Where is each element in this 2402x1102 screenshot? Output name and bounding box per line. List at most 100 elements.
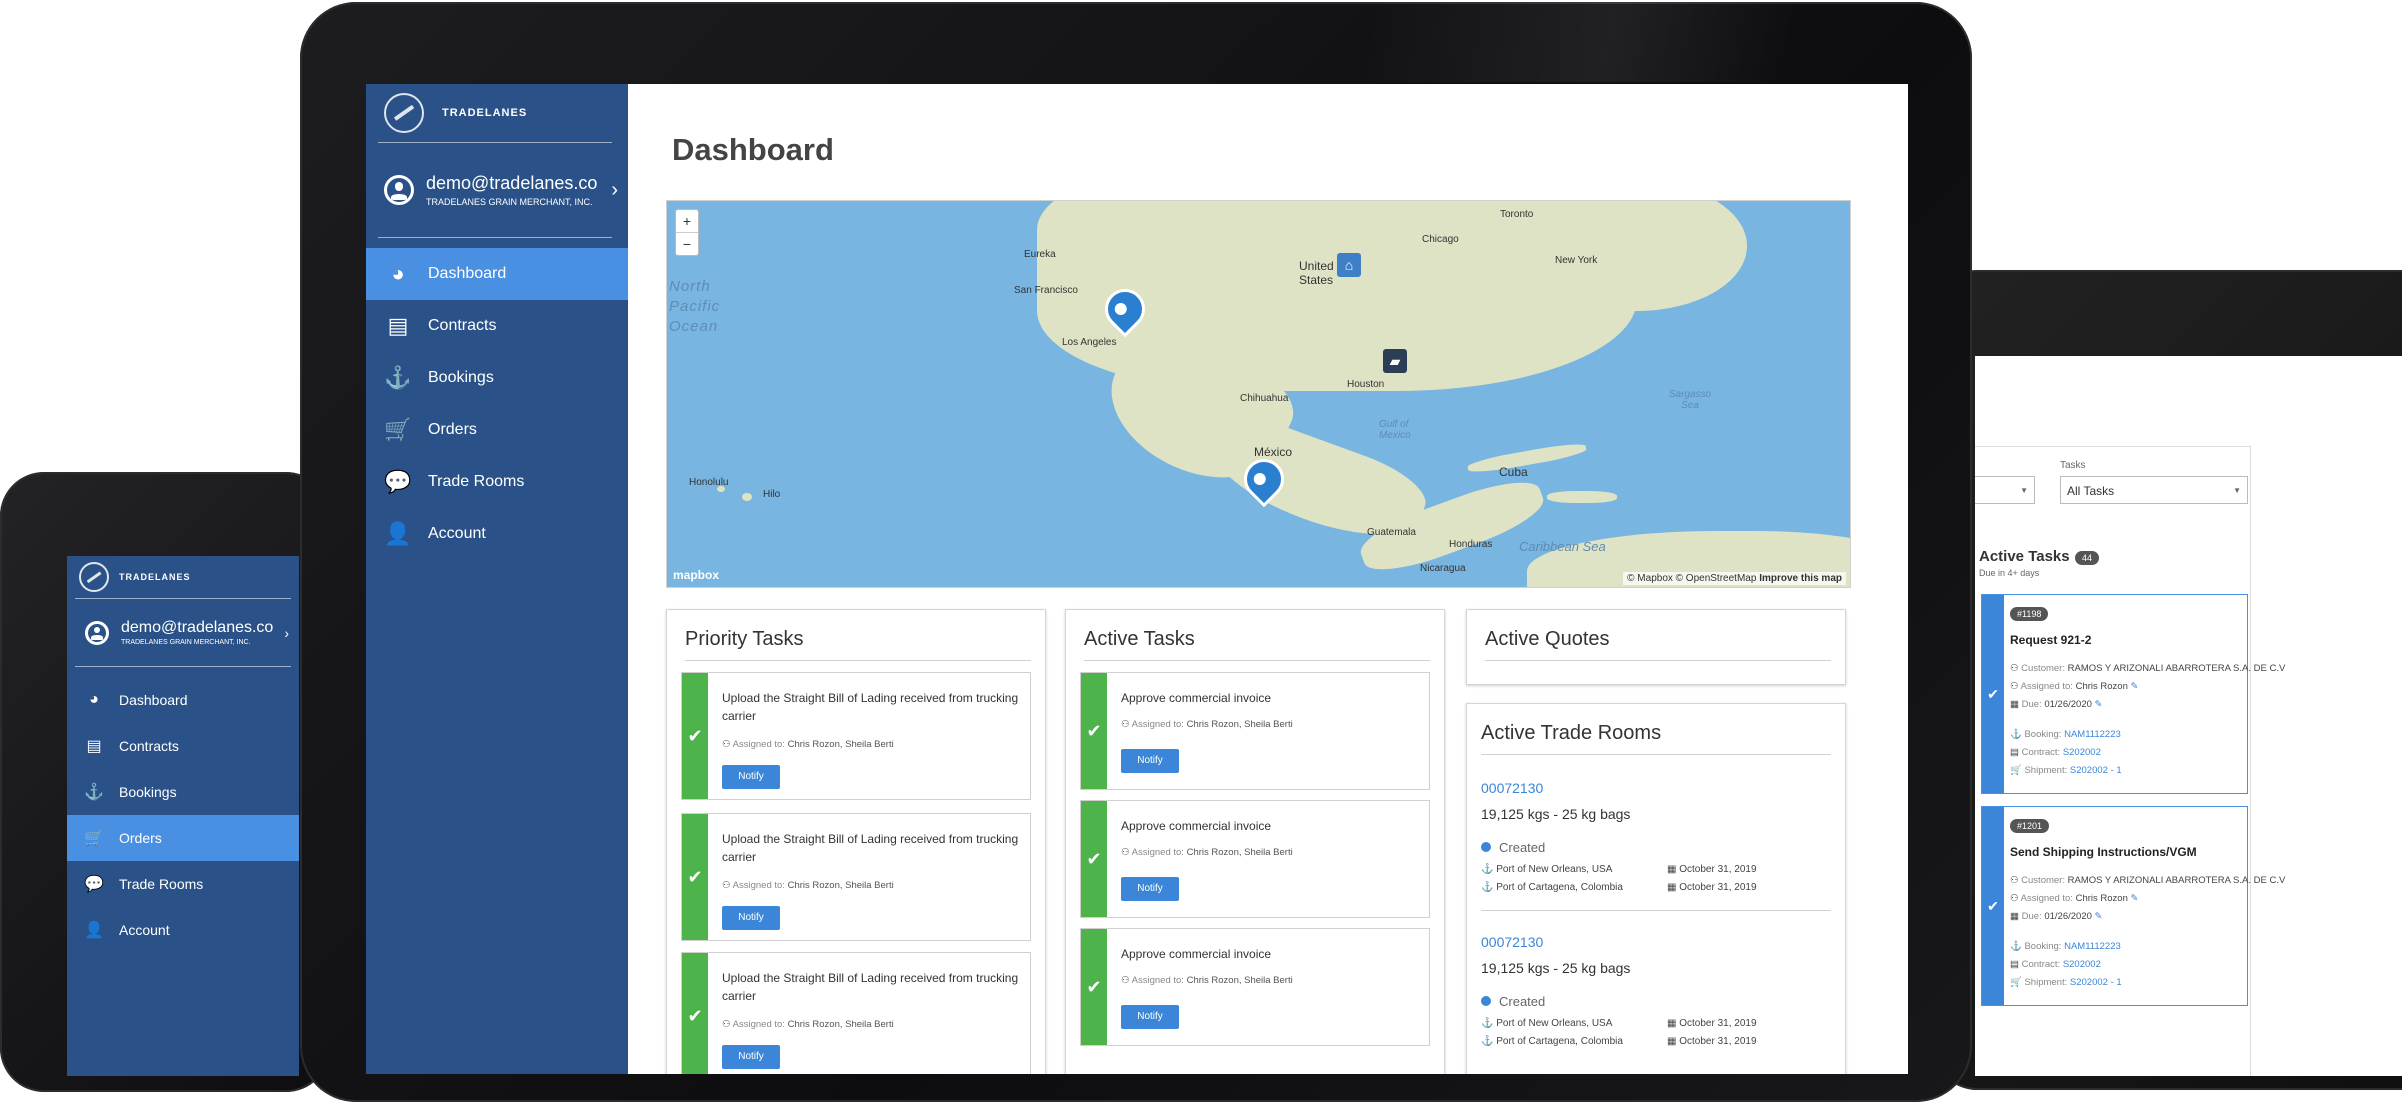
task-number-badge: #1201 bbox=[2010, 819, 2050, 833]
document-icon: ▤ bbox=[86, 738, 102, 755]
nav-item-bookings[interactable]: ⚓ Bookings bbox=[366, 352, 628, 404]
edit-icon: ✎ bbox=[2094, 699, 2103, 710]
task-customer: ⚇ Customer: RAMOS Y ARIZONALI ABARROTERA… bbox=[2010, 663, 2286, 674]
user-avatar-icon bbox=[85, 620, 109, 645]
calendar-icon: ▦ bbox=[1667, 882, 1677, 893]
left-tablet-screen: TRADELANES demo@tradelanes.co TRADELANES… bbox=[67, 556, 299, 1076]
nav-item-trade-rooms[interactable]: 💬 Trade Rooms bbox=[366, 456, 628, 508]
task-item[interactable]: ✔ Approve commercial invoice ⚇ Assigned … bbox=[1080, 800, 1430, 918]
user-menu[interactable]: demo@tradelanes.co TRADELANES GRAIN MERC… bbox=[67, 599, 299, 666]
notify-button[interactable]: Notify bbox=[722, 906, 780, 930]
calendar-icon: ▦ bbox=[1667, 1018, 1677, 1029]
nav-item-bookings[interactable]: ⚓ Bookings bbox=[67, 769, 299, 815]
zoom-out-button[interactable]: − bbox=[676, 233, 698, 255]
task-title: Approve commercial invoice bbox=[1121, 819, 1272, 833]
dashboard-icon: ◕ bbox=[391, 261, 405, 286]
nav-item-contracts[interactable]: ▤ Contracts bbox=[67, 723, 299, 769]
map-label: Houston bbox=[1347, 379, 1385, 390]
shipment-map[interactable]: + − North Pacific Ocean Eureka San Franc… bbox=[666, 200, 1851, 588]
check-icon: ✔ bbox=[682, 953, 708, 1074]
anchor-icon: ⚓ bbox=[1481, 864, 1494, 875]
edit-icon: ✎ bbox=[2130, 681, 2139, 692]
priority-tasks-panel: Priority Tasks ✔ Upload the Straight Bil… bbox=[666, 609, 1046, 1074]
check-icon: ✔ bbox=[682, 814, 708, 940]
panel-title: Active Trade Rooms bbox=[1481, 722, 1662, 744]
task-assignee: ⚇ Assigned to: Chris Rozon, Sheila Berti bbox=[722, 1019, 894, 1030]
task-assignee: ⚇ Assigned to: Chris Rozon ✎ bbox=[2010, 681, 2139, 692]
destination-port: ⚓ Port of Cartagena, Colombia bbox=[1481, 1036, 1623, 1047]
task-item[interactable]: ✔ Approve commercial invoice ⚇ Assigned … bbox=[1080, 672, 1430, 790]
task-card[interactable]: ✔ #1198 Request 921-2 ⚇ Customer: RAMOS … bbox=[1981, 594, 2285, 794]
task-shipment[interactable]: 🛒 Shipment: S202002 - 1 bbox=[2010, 977, 2122, 988]
panel-title: Active Tasks bbox=[1084, 628, 1195, 650]
map-label: Chicago bbox=[1422, 234, 1459, 245]
mapbox-logo: mapbox bbox=[673, 568, 720, 582]
nav-item-account[interactable]: 👤 Account bbox=[67, 907, 299, 953]
improve-map-link[interactable]: Improve this map bbox=[1759, 573, 1842, 584]
nav-item-dashboard[interactable]: ◕ Dashboard bbox=[67, 677, 299, 723]
status-dot-icon bbox=[1481, 996, 1491, 1006]
task-item[interactable]: ✔ Upload the Straight Bill of Lading rec… bbox=[681, 813, 1031, 941]
filter-select[interactable]: ▼ bbox=[1975, 476, 2035, 504]
chat-icon: 💬 bbox=[84, 876, 104, 893]
user-menu[interactable]: demo@tradelanes.co TRADELANES GRAIN MERC… bbox=[366, 143, 628, 237]
check-icon: ✔ bbox=[682, 673, 708, 799]
destination-port: ⚓ Port of Cartagena, Colombia bbox=[1481, 882, 1623, 893]
notify-button[interactable]: Notify bbox=[722, 765, 780, 789]
tasks-filter-select[interactable]: All Tasks ▼ bbox=[2060, 476, 2248, 504]
nav-item-orders[interactable]: 🛒 Orders bbox=[67, 815, 299, 861]
task-customer: ⚇ Customer: RAMOS Y ARIZONALI ABARROTERA… bbox=[2010, 875, 2286, 886]
zoom-in-button[interactable]: + bbox=[676, 210, 698, 233]
brand-name: TRADELANES bbox=[119, 572, 191, 582]
trade-room-id-link[interactable]: 00072130 bbox=[1481, 934, 1543, 950]
task-item[interactable]: ✔ Upload the Straight Bill of Lading rec… bbox=[681, 672, 1031, 800]
map-label: Caribbean Sea bbox=[1519, 539, 1606, 554]
sidebar: TRADELANES demo@tradelanes.co TRADELANES… bbox=[366, 84, 628, 1074]
task-booking[interactable]: ⚓ Booking: NAM1112223 bbox=[2010, 729, 2121, 740]
map-label: Guatemala bbox=[1367, 527, 1416, 538]
active-tasks-panel: Active Tasks ✔ Approve commercial invoic… bbox=[1065, 609, 1445, 1074]
active-quotes-panel: Active Quotes bbox=[1466, 609, 1846, 685]
warehouse-icon[interactable]: ⌂ bbox=[1337, 253, 1361, 277]
task-assignee: ⚇ Assigned to: Chris Rozon, Sheila Berti bbox=[1121, 719, 1293, 730]
task-contract[interactable]: ▤ Contract: S202002 bbox=[2010, 959, 2101, 970]
nav-item-dashboard[interactable]: ◕ Dashboard bbox=[366, 248, 628, 300]
check-icon: ✔ bbox=[1081, 929, 1107, 1045]
nav-item-orders[interactable]: 🛒 Orders bbox=[366, 404, 628, 456]
map-label: Gulf of Mexico bbox=[1379, 419, 1411, 441]
brand-logo-icon bbox=[384, 93, 424, 133]
notify-button[interactable]: Notify bbox=[1121, 1005, 1179, 1029]
task-title: Approve commercial invoice bbox=[1121, 947, 1272, 961]
edit-icon: ✎ bbox=[2130, 893, 2139, 904]
document-icon: ▤ bbox=[387, 313, 409, 338]
nav-item-contracts[interactable]: ▤ Contracts bbox=[366, 300, 628, 352]
destination-date: ▦ October 31, 2019 bbox=[1667, 1036, 1757, 1047]
trade-room-id-link[interactable]: 00072130 bbox=[1481, 780, 1543, 796]
task-card[interactable]: ✔ #1201 Send Shipping Instructions/VGM ⚇… bbox=[1981, 806, 2285, 1006]
active-trade-rooms-panel: Active Trade Rooms 00072130 19,125 kgs -… bbox=[1466, 703, 1846, 1074]
task-item[interactable]: ✔ Upload the Straight Bill of Lading rec… bbox=[681, 952, 1031, 1074]
cart-icon: 🛒 bbox=[384, 417, 412, 442]
map-label: Toronto bbox=[1500, 209, 1534, 220]
map-zoom-control[interactable]: + − bbox=[675, 209, 699, 256]
map-label: México bbox=[1254, 445, 1293, 459]
map-label: San Francisco bbox=[1014, 285, 1078, 296]
cart-icon: 🛒 bbox=[84, 830, 104, 847]
map-label: Los Angeles bbox=[1062, 337, 1117, 348]
notify-button[interactable]: Notify bbox=[722, 1045, 780, 1069]
truck-icon[interactable]: ▰ bbox=[1383, 349, 1407, 373]
task-contract[interactable]: ▤ Contract: S202002 bbox=[2010, 747, 2101, 758]
task-booking[interactable]: ⚓ Booking: NAM1112223 bbox=[2010, 941, 2121, 952]
sidebar: TRADELANES demo@tradelanes.co TRADELANES… bbox=[67, 556, 299, 1076]
map-label: Cuba bbox=[1499, 465, 1528, 479]
task-due: ▦ Due: 01/26/2020 ✎ bbox=[2010, 911, 2103, 922]
notify-button[interactable]: Notify bbox=[1121, 877, 1179, 901]
nav-item-trade-rooms[interactable]: 💬 Trade Rooms bbox=[67, 861, 299, 907]
task-shipment[interactable]: 🛒 Shipment: S202002 - 1 bbox=[2010, 765, 2122, 776]
task-item[interactable]: ✔ Approve commercial invoice ⚇ Assigned … bbox=[1080, 928, 1430, 1046]
user-company: TRADELANES GRAIN MERCHANT, INC. bbox=[121, 639, 251, 646]
map-label: Eureka bbox=[1024, 249, 1056, 260]
notify-button[interactable]: Notify bbox=[1121, 749, 1179, 773]
trade-room-description: 19,125 kgs - 25 kg bags bbox=[1481, 806, 1631, 822]
nav-item-account[interactable]: 👤 Account bbox=[366, 508, 628, 560]
